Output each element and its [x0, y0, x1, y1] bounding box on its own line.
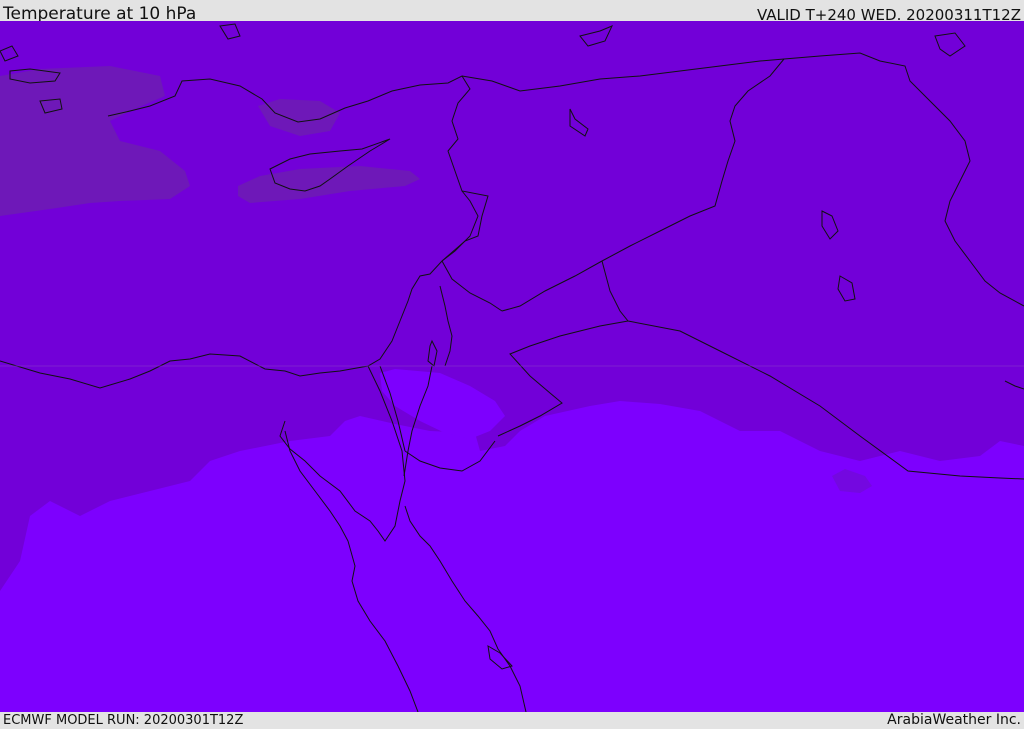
map-footer: ECMWF MODEL RUN: 20200301T12Z ArabiaWeat… [0, 712, 1024, 729]
model-run-label: ECMWF MODEL RUN: 20200301T12Z [3, 713, 244, 728]
map-canvas[interactable] [0, 21, 1024, 712]
temperature-map [0, 21, 1024, 712]
map-header: Temperature at 10 hPa VALID T+240 WED. 2… [0, 0, 1024, 24]
credit-label: ArabiaWeather Inc. [887, 712, 1021, 728]
